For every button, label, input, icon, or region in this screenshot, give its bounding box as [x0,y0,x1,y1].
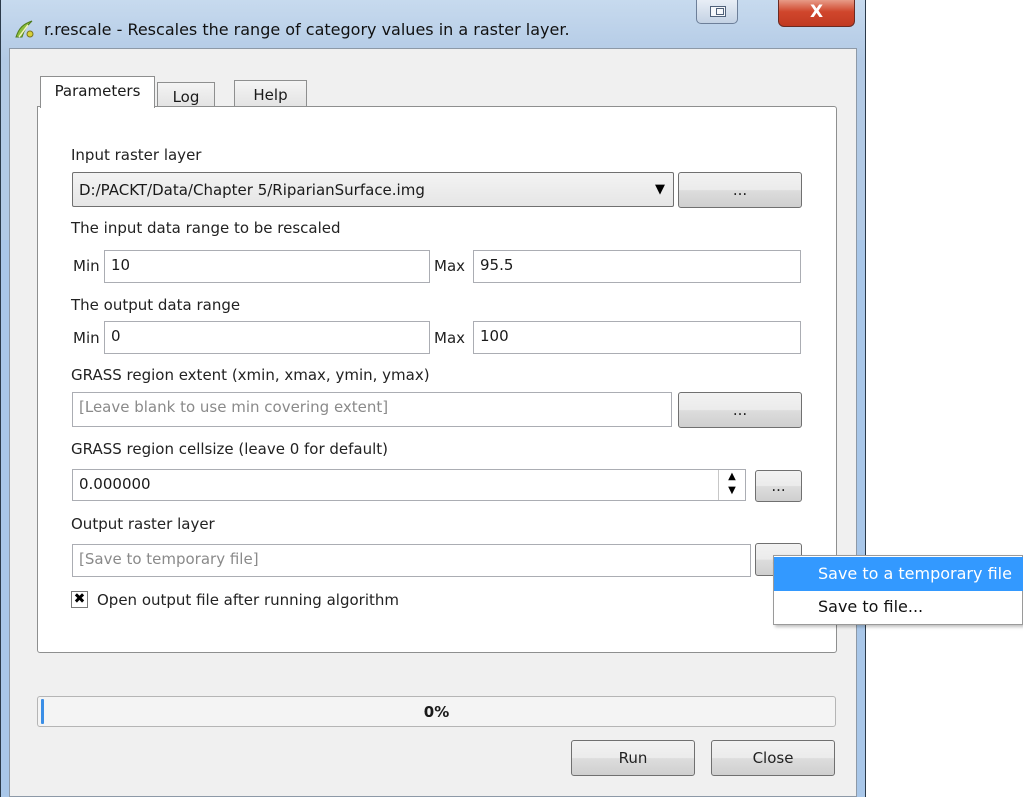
output-max-field[interactable]: 100 [473,321,801,354]
run-button[interactable]: Run [571,740,695,776]
cellsize-spinbox[interactable]: 0.000000 [72,469,746,501]
dropdown-arrow-icon[interactable]: ▼ [646,173,674,206]
output-min-field[interactable]: 0 [104,321,430,354]
open-output-label: Open output file after running algorithm [97,591,399,609]
region-extent-browse-button[interactable]: ... [678,392,802,428]
close-button[interactable]: Close [711,740,835,776]
cellsize-label: GRASS region cellsize (leave 0 for defau… [71,440,389,458]
input-raster-browse-button[interactable]: ... [678,172,802,208]
window-border-right [856,240,865,797]
tab-log[interactable]: Log [157,82,215,108]
menu-item-save-temporary[interactable]: Save to a temporary file [774,557,1023,591]
menu-item-save-to-file[interactable]: Save to file... [774,592,1023,624]
output-raster-label: Output raster layer [71,515,215,533]
output-min-label: Min [73,329,100,347]
spin-up-icon[interactable]: ▲ [719,470,745,484]
input-raster-label: Input raster layer [71,146,202,164]
output-raster-input[interactable]: [Save to temporary file] [72,544,751,577]
input-range-label: The input data range to be rescaled [71,219,341,237]
spin-down-icon[interactable]: ▼ [719,484,745,498]
cellsize-browse-button[interactable]: ... [755,470,802,502]
restore-icon [710,6,726,17]
tab-help[interactable]: Help [234,80,307,108]
input-min-label: Min [73,257,100,275]
qgis-processing-icon [15,20,34,38]
input-min-field[interactable]: 10 [104,250,430,283]
window-title: r.rescale - Rescales the range of catego… [44,20,570,39]
region-extent-input[interactable]: [Leave blank to use min covering extent] [72,392,672,427]
output-max-label: Max [434,329,466,347]
output-range-label: The output data range [71,296,241,314]
restore-button[interactable] [696,0,738,24]
progress-text: 0% [423,703,450,721]
cellsize-stepper[interactable]: ▲ ▼ [718,470,745,500]
open-output-checkbox[interactable]: ✖ [71,591,88,608]
region-extent-label: GRASS region extent (xmin, xmax, ymin, y… [71,366,430,384]
tab-parameters[interactable]: Parameters [40,76,155,108]
input-raster-combobox[interactable]: D:/PACKT/Data/Chapter 5/RiparianSurface.… [72,172,674,207]
window-border-left [1,240,9,797]
input-max-field[interactable]: 95.5 [473,250,801,283]
input-max-label: Max [434,257,466,275]
window-close-button[interactable]: X [778,0,855,27]
